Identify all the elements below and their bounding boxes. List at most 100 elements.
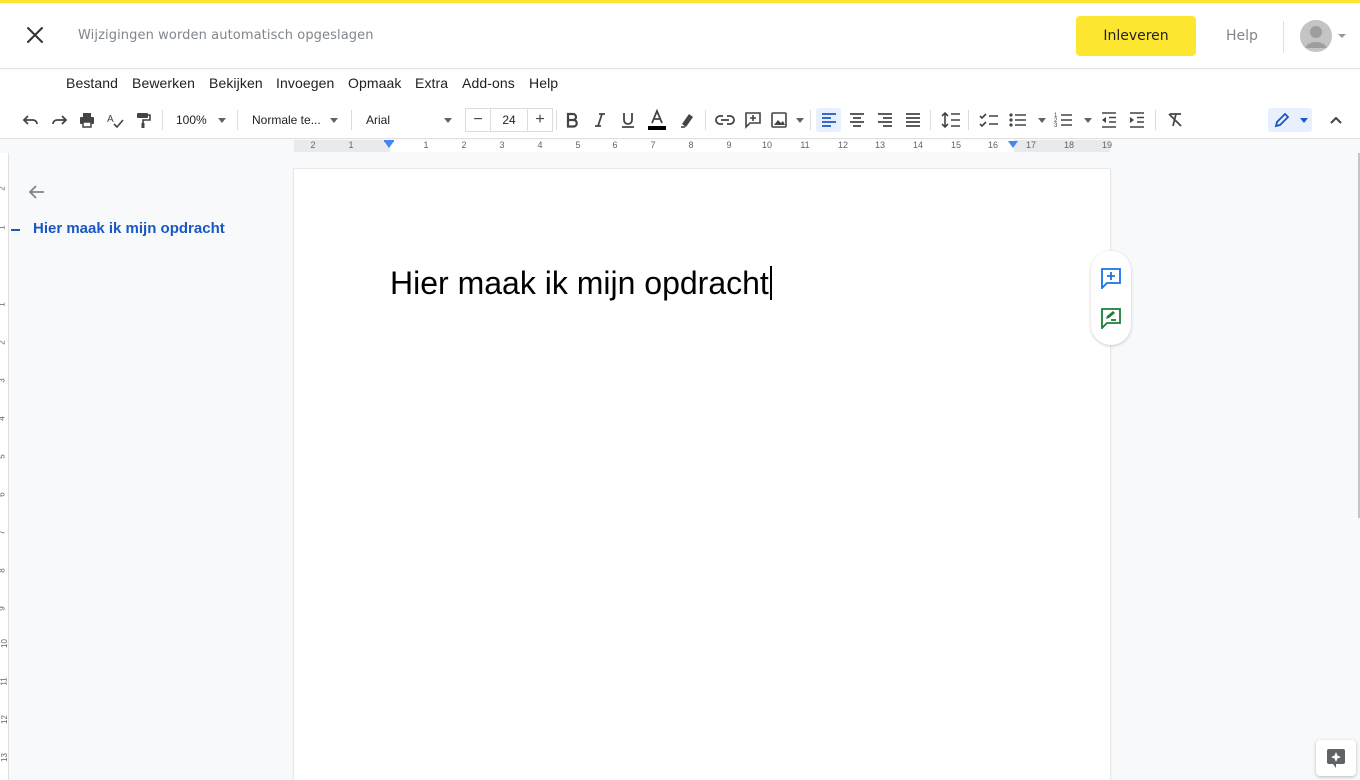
spellcheck-icon: A (107, 114, 124, 129)
outline-heading-link[interactable]: Hier maak ik mijn opdracht (33, 220, 225, 237)
bulleted-list-button[interactable] (1008, 108, 1046, 132)
link-icon (715, 115, 735, 125)
paint-format-button[interactable] (132, 108, 154, 132)
redo-icon (52, 115, 68, 125)
clear-formatting-button[interactable] (1164, 108, 1186, 132)
decrease-font-size-button[interactable]: − (465, 108, 491, 132)
ruler-left-margin (294, 140, 390, 152)
ruler-label: 4 (537, 140, 543, 150)
highlight-color-button[interactable] (676, 108, 698, 132)
menu-help[interactable]: Help (529, 75, 558, 91)
toolbar-divider (556, 110, 557, 130)
insert-image-button[interactable] (770, 108, 804, 132)
ruler-label: 5 (575, 140, 581, 150)
checklist-button[interactable] (977, 108, 1001, 132)
suggest-edit-side-button[interactable] (1100, 307, 1122, 331)
zoom-dropdown[interactable]: 100% (172, 108, 230, 132)
editing-mode-button[interactable] (1268, 108, 1312, 132)
account-dropdown-icon[interactable] (1338, 34, 1346, 38)
italic-button[interactable] (589, 108, 611, 132)
zoom-value: 100% (176, 113, 207, 127)
close-button[interactable] (22, 22, 48, 48)
add-comment-side-button[interactable] (1100, 267, 1122, 291)
menu-add-ons[interactable]: Add-ons (462, 75, 515, 91)
redo-button[interactable] (48, 108, 70, 132)
chevron-down-icon (1084, 117, 1092, 123)
align-right-icon (878, 113, 892, 127)
align-center-button[interactable] (846, 108, 868, 132)
ruler-label: 1 (423, 140, 429, 150)
svg-text:3: 3 (1054, 123, 1058, 129)
align-center-icon (850, 113, 864, 127)
ruler-label: 15 (950, 140, 962, 150)
indent-increase-icon (1130, 112, 1144, 128)
font-dropdown[interactable]: Arial (360, 108, 458, 132)
menu-invoegen[interactable]: Invoegen (276, 75, 334, 91)
align-left-icon (821, 113, 836, 127)
undo-icon (22, 115, 38, 125)
undo-button[interactable] (20, 108, 42, 132)
ruler-label: 8 (688, 140, 694, 150)
chevron-up-icon (1330, 116, 1342, 124)
paragraph-style-dropdown[interactable]: Normale te... (246, 108, 344, 132)
print-button[interactable] (76, 108, 98, 132)
ruler-label: 13 (0, 753, 9, 762)
font-size-input[interactable]: 24 (490, 108, 528, 132)
print-icon (80, 113, 94, 128)
underline-icon (622, 113, 634, 128)
increase-font-size-button[interactable]: + (527, 108, 553, 132)
ruler-label: 18 (1063, 140, 1075, 150)
menu-bewerken[interactable]: Bewerken (132, 75, 195, 91)
italic-icon (595, 113, 605, 127)
formatting-toolbar: A 100% Normale te... Arial − 24 + 1 2 3 (0, 100, 1360, 139)
align-right-button[interactable] (874, 108, 896, 132)
right-indent-handle[interactable] (1008, 141, 1018, 148)
close-outline-button[interactable] (27, 182, 47, 202)
ruler-label: 10 (761, 140, 773, 150)
collapse-menus-button[interactable] (1325, 108, 1347, 132)
menu-bestand[interactable]: Bestand (66, 75, 118, 91)
submit-button[interactable]: Inleveren (1076, 16, 1196, 56)
ruler-label: 11 (0, 677, 9, 686)
chevron-down-icon (1038, 117, 1046, 123)
toolbar-divider (968, 110, 969, 130)
align-justify-button[interactable] (902, 108, 924, 132)
toolbar-divider (1155, 110, 1156, 130)
line-spacing-button[interactable] (940, 108, 962, 132)
arrow-back-icon (28, 185, 44, 199)
document-heading[interactable]: Hier maak ik mijn opdracht (390, 265, 772, 302)
underline-button[interactable] (617, 108, 639, 132)
line-spacing-icon (941, 111, 960, 129)
help-link[interactable]: Help (1226, 28, 1258, 44)
explore-icon (1327, 749, 1345, 768)
header-divider (1283, 21, 1284, 53)
ruler-label: 12 (837, 140, 849, 150)
bold-button[interactable] (561, 108, 583, 132)
menu-extra[interactable]: Extra (415, 75, 448, 91)
vertical-ruler: 2 1 1 2 3 4 5 6 7 8 9 10 11 12 13 (0, 153, 9, 780)
toolbar-divider (237, 110, 238, 130)
avatar[interactable] (1300, 20, 1332, 52)
menu-opmaak[interactable]: Opmaak (348, 75, 402, 91)
text-color-button[interactable] (645, 108, 669, 132)
spellcheck-button[interactable]: A (104, 108, 126, 132)
ruler-label: 16 (987, 140, 999, 150)
menu-bekijken[interactable]: Bekijken (209, 75, 263, 91)
left-indent-handle[interactable] (384, 141, 394, 148)
text-cursor (769, 266, 772, 300)
add-comment-button[interactable] (742, 108, 764, 132)
ruler-label: 7 (650, 140, 656, 150)
toolbar-divider (162, 110, 163, 130)
comment-add-icon (745, 112, 761, 129)
autosave-status: Wijzigingen worden automatisch opgeslage… (78, 28, 374, 43)
insert-link-button[interactable] (713, 108, 737, 132)
document-page[interactable]: Hier maak ik mijn opdracht (294, 169, 1110, 780)
increase-indent-button[interactable] (1126, 108, 1148, 132)
side-action-panel (1091, 251, 1131, 345)
numbered-list-button[interactable]: 123 (1054, 108, 1092, 132)
ruler-label: 11 (800, 140, 810, 150)
app-header: Wijzigingen worden automatisch opgeslage… (0, 3, 1360, 69)
decrease-indent-button[interactable] (1098, 108, 1120, 132)
align-left-button[interactable] (816, 108, 841, 132)
explore-button[interactable] (1316, 740, 1356, 776)
